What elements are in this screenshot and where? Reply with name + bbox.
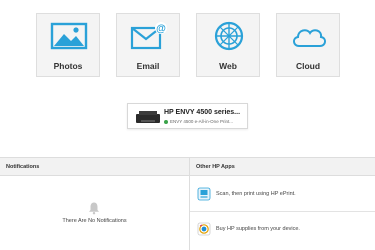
photos-label: Photos [53, 61, 83, 71]
svg-text:@: @ [156, 24, 166, 35]
email-icon: @ [130, 22, 167, 50]
cloud-label: Cloud [295, 61, 321, 71]
supplies-app-icon [197, 222, 211, 236]
app-item-scan[interactable]: Scan, then print using HP ePrint. [190, 177, 375, 212]
printer-icon [136, 111, 160, 123]
notifications-header: Notifications [0, 158, 189, 176]
photos-tile[interactable]: Photos [36, 13, 100, 77]
cloud-icon [293, 29, 326, 47]
email-label: Email [136, 61, 160, 71]
other-apps-panel: Other HP Apps Scan, then print using HP … [190, 158, 375, 250]
web-label: Web [219, 61, 237, 71]
printer-name: HP ENVY 4500 series... [164, 109, 241, 116]
printer-selector[interactable]: HP ENVY 4500 series... ENVY 4500 e-All-i… [127, 103, 248, 129]
web-icon [214, 21, 244, 51]
scan-app-icon [197, 187, 211, 201]
email-tile[interactable]: @ Email [116, 13, 180, 77]
bell-icon [89, 202, 99, 215]
supplies-app-text: Buy HP supplies from your device. [216, 226, 300, 232]
action-tiles: Photos @ Email Web Cloud [36, 13, 341, 79]
no-notifications-text: There Are No Notifications [62, 218, 127, 224]
photos-icon [50, 22, 88, 50]
app-item-supplies[interactable]: Buy HP supplies from your device. [190, 212, 375, 246]
printer-status: ENVY 4500 e-All-in-One Print... [164, 119, 233, 124]
other-apps-header: Other HP Apps [190, 158, 375, 176]
cloud-tile[interactable]: Cloud [276, 13, 340, 77]
web-tile[interactable]: Web [196, 13, 260, 77]
status-dot-icon [164, 119, 168, 124]
notifications-panel: Notifications There Are No Notifications [0, 158, 190, 250]
scan-app-text: Scan, then print using HP ePrint. [216, 191, 296, 197]
printer-status-text: ENVY 4500 e-All-in-One Print... [170, 119, 233, 124]
bottom-panels: Notifications There Are No Notifications… [0, 157, 375, 250]
